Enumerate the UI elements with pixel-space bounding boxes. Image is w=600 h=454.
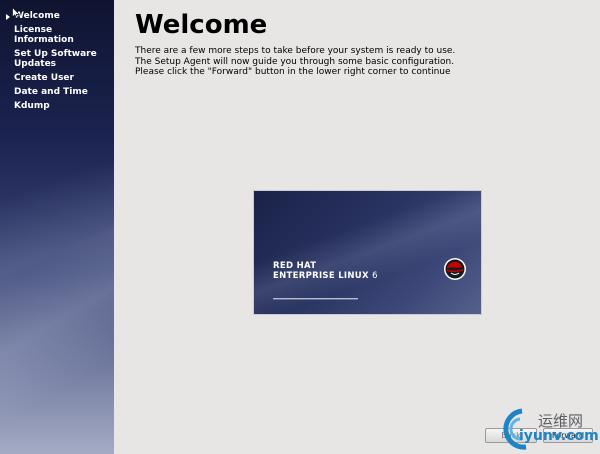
mouse-pointer-icon xyxy=(12,7,20,19)
intro-line: The Setup Agent will now guide you throu… xyxy=(135,56,455,67)
redhat-shadowman-icon xyxy=(444,258,466,280)
page-title: Welcome xyxy=(135,10,268,40)
sidebar-item-software-updates[interactable]: Set Up Software Updates xyxy=(0,47,114,71)
sidebar-item-license-information[interactable]: License Information xyxy=(0,23,114,47)
intro-line: There are a few more steps to take befor… xyxy=(135,46,456,56)
watermark-en-text: iyunv.com xyxy=(519,428,599,444)
rhel-brand-text: RED HAT ENTERPRISE LINUX 6 xyxy=(273,261,378,281)
banner-fine-print-decoration xyxy=(273,298,358,300)
rhel-splash-banner: RED HAT ENTERPRISE LINUX 6 xyxy=(254,191,481,314)
brand-version: 6 xyxy=(372,271,378,281)
sidebar-item-create-user[interactable]: Create User xyxy=(0,71,114,85)
sidebar-item-kdump[interactable]: Kdump xyxy=(0,99,114,113)
intro-line: Please click the "Forward" button in the… xyxy=(135,67,451,77)
intro-text: There are a few more steps to take befor… xyxy=(135,46,495,78)
sidebar: Welcome License Information Set Up Softw… xyxy=(0,0,114,454)
sidebar-item-date-and-time[interactable]: Date and Time xyxy=(0,85,114,99)
brand-line-enterprise-linux: ENTERPRISE LINUX xyxy=(273,271,369,281)
brand-line-redhat: RED HAT xyxy=(273,261,317,271)
